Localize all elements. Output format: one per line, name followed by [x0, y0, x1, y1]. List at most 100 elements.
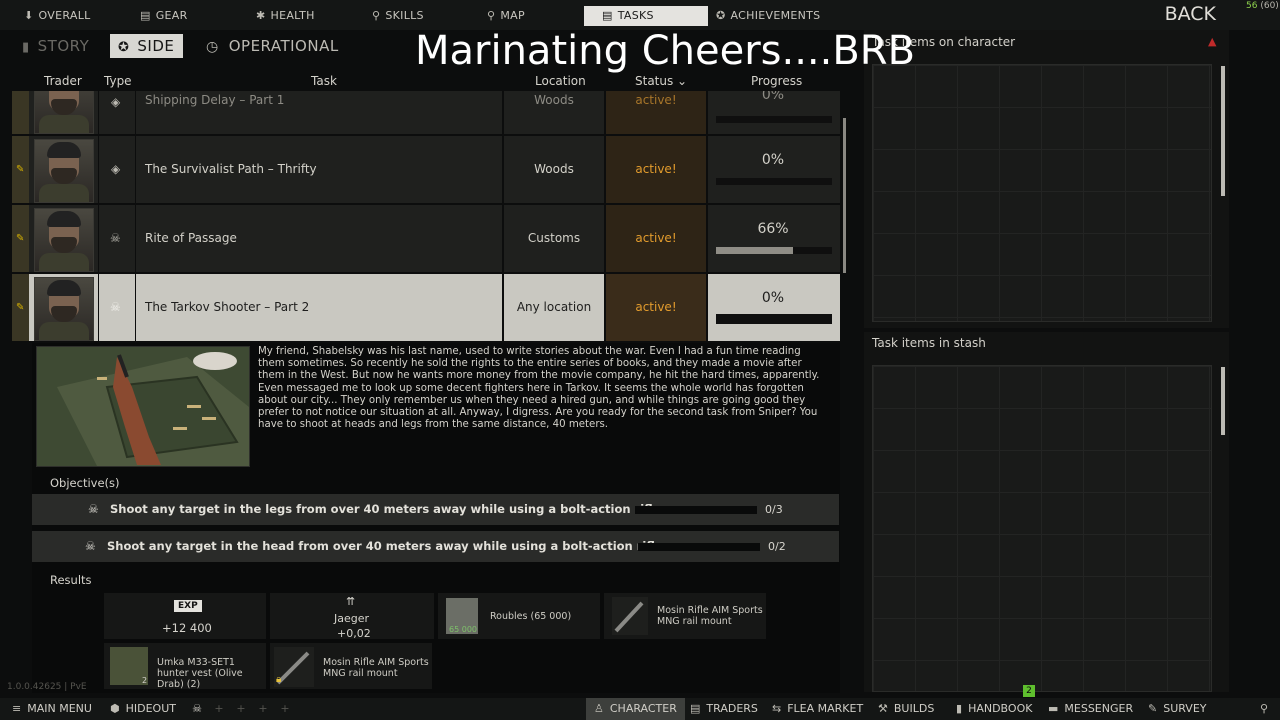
header-status[interactable]: Status ⌄ — [635, 74, 687, 88]
character-items-grid[interactable] — [872, 64, 1212, 322]
survey-icon: ✎ — [1148, 702, 1158, 715]
discover-icon: ◈ — [111, 162, 121, 176]
tab-achievements[interactable]: ✪ ACHIEVEMENTS — [716, 6, 836, 26]
tab-map[interactable]: ⚲ MAP — [487, 6, 567, 26]
objective-row: ☠ Shoot any target in the legs from over… — [32, 494, 839, 525]
pin-icon[interactable]: ✎ — [16, 233, 24, 244]
vest-reward[interactable]: 2 Umka M33-SET1 hunter vest (Olive Drab)… — [104, 643, 266, 690]
tab-health[interactable]: ✱ HEALTH — [256, 6, 346, 26]
subtab-operational[interactable]: ◷ OPERATIONAL — [206, 36, 339, 56]
bottom-bar: ≡ MAIN MENU ⬢ HIDEOUT ☠ + + + + ♙ CHARACTER… — [0, 698, 1280, 720]
task-row-selected[interactable]: ✎ ☠ The Tarkov Shooter – Part 2 Any loca… — [12, 274, 840, 341]
quick-slot-button[interactable]: + — [254, 698, 272, 720]
hideout-button[interactable]: ⬢ HIDEOUT — [110, 698, 176, 720]
traders-button[interactable]: ▤ TRADERS — [690, 698, 758, 720]
health-icon: ✱ — [256, 9, 266, 22]
stash-items-scrollbar[interactable] — [1221, 367, 1225, 435]
tab-skills[interactable]: ⚲ SKILLS — [372, 6, 462, 26]
stash-items-grid[interactable] — [872, 365, 1212, 692]
header-type[interactable]: Type — [104, 74, 132, 88]
messenger-button[interactable]: ▬ MESSENGER — [1048, 698, 1133, 720]
tab-gear[interactable]: ▤ GEAR — [140, 6, 220, 26]
task-row[interactable]: ✎ ☠ Rite of Passage Customs active! 66% — [12, 205, 840, 272]
handbook-button[interactable]: ▮ HANDBOOK — [956, 698, 1032, 720]
trader-avatar — [34, 277, 94, 341]
skull-icon: ☠ — [88, 502, 99, 516]
table-scrollbar[interactable] — [843, 118, 846, 273]
pin-icon[interactable]: ✎ — [16, 302, 24, 313]
rail-mount-icon — [612, 597, 648, 635]
task-image — [36, 346, 250, 467]
task-row[interactable]: ◈ Shipping Delay – Part 1 Woods active! … — [12, 91, 840, 134]
quick-slot-button[interactable]: + — [210, 698, 228, 720]
character-icon: ♙ — [594, 702, 604, 715]
results-heading: Results — [50, 573, 92, 587]
trader-standing-reward: ⇈ Jaeger +0,02 — [270, 593, 434, 640]
header-location[interactable]: Location — [535, 74, 586, 88]
menu-icon: ≡ — [12, 702, 22, 715]
task-items-stash-title: Task items in stash — [872, 336, 986, 350]
builds-button[interactable]: ⚒ BUILDS — [878, 698, 934, 720]
objective-progress-bar — [635, 506, 757, 514]
task-progress-bar — [716, 314, 832, 324]
quick-slot-button[interactable]: + — [276, 698, 294, 720]
character-button[interactable]: ♙ CHARACTER — [586, 698, 685, 720]
traders-icon: ▤ — [690, 702, 701, 715]
header-task[interactable]: Task — [311, 74, 337, 88]
trader-avatar — [34, 91, 94, 134]
skull-icon: ☠ — [85, 539, 96, 553]
roubles-reward[interactable]: 65 000 Roubles (65 000) — [438, 593, 600, 639]
skull-icon: ☠ — [192, 702, 202, 715]
map-icon: ⚲ — [487, 9, 496, 22]
pin-icon[interactable]: ✎ — [16, 164, 24, 175]
plus-icon: + — [258, 702, 268, 715]
warning-icon: ▲ — [1208, 35, 1217, 48]
tasks-icon: ▤ — [602, 9, 613, 22]
plus-icon: + — [280, 702, 290, 715]
version-label: 1.0.0.42625 | PvE — [7, 682, 87, 692]
exp-badge: EXP — [174, 600, 202, 612]
survey-button[interactable]: ✎ SURVEY — [1148, 698, 1207, 720]
flea-market-icon: ⇆ — [772, 702, 782, 715]
main-menu-button[interactable]: ≡ MAIN MENU — [12, 698, 92, 720]
gear-icon: ▤ — [140, 9, 151, 22]
task-progress-bar — [716, 116, 832, 123]
rail-mount-reward[interactable]: Mosin Rifle AIM Sports MNG rail mount — [604, 593, 766, 639]
task-table: ◈ Shipping Delay – Part 1 Woods active! … — [12, 91, 846, 341]
header-trader[interactable]: Trader — [44, 74, 82, 88]
handbook-icon: ▮ — [956, 702, 963, 715]
objectives-heading: Objective(s) — [50, 476, 120, 490]
overall-icon: ⬇ — [24, 9, 34, 22]
rail-mount-reward[interactable]: 🔒︎ Mosin Rifle AIM Sports MNG rail mount — [270, 643, 432, 689]
trader-avatar — [34, 208, 94, 272]
task-description: My friend, Shabelsky was his last name, … — [258, 346, 820, 431]
character-items-scrollbar[interactable] — [1221, 66, 1225, 196]
plus-icon: + — [214, 702, 224, 715]
plus-icon: + — [236, 702, 246, 715]
microphone-icon[interactable]: ⚲ — [1260, 698, 1268, 720]
trader-avatar — [34, 139, 94, 203]
subtab-story[interactable]: ▮ STORY — [22, 36, 89, 56]
skull-icon: ☠ — [110, 300, 121, 314]
task-row[interactable]: ✎ ◈ The Survivalist Path – Thrifty Woods… — [12, 136, 840, 203]
exp-reward: EXP +12 400 — [104, 593, 266, 639]
quick-slot-button[interactable]: + — [232, 698, 250, 720]
lock-icon: 🔒︎ — [276, 674, 282, 685]
builds-icon: ⚒ — [878, 702, 888, 715]
objective-progress-bar — [638, 543, 760, 551]
flea-market-button[interactable]: ⇆ FLEA MARKET — [772, 698, 863, 720]
messenger-icon: ▬ — [1048, 702, 1059, 715]
skills-icon: ⚲ — [372, 9, 381, 22]
hideout-icon: ⬢ — [110, 702, 120, 715]
objective-row: ☠ Shoot any target in the head from over… — [32, 531, 839, 562]
subtab-side[interactable]: ✪ SIDE — [110, 34, 183, 58]
back-button[interactable]: BACK — [1165, 3, 1216, 25]
achievements-icon: ✪ — [716, 9, 726, 22]
tab-overall[interactable]: ⬇ OVERALL — [24, 6, 124, 26]
story-icon: ▮ — [22, 40, 30, 55]
tab-tasks[interactable]: ▤ TASKS — [584, 6, 708, 26]
standing-icon: ⇈ — [346, 595, 356, 608]
scav-button[interactable]: ☠ — [188, 698, 206, 720]
fps-counter: 56 (60) — [1246, 1, 1279, 11]
header-progress[interactable]: Progress — [751, 74, 802, 88]
